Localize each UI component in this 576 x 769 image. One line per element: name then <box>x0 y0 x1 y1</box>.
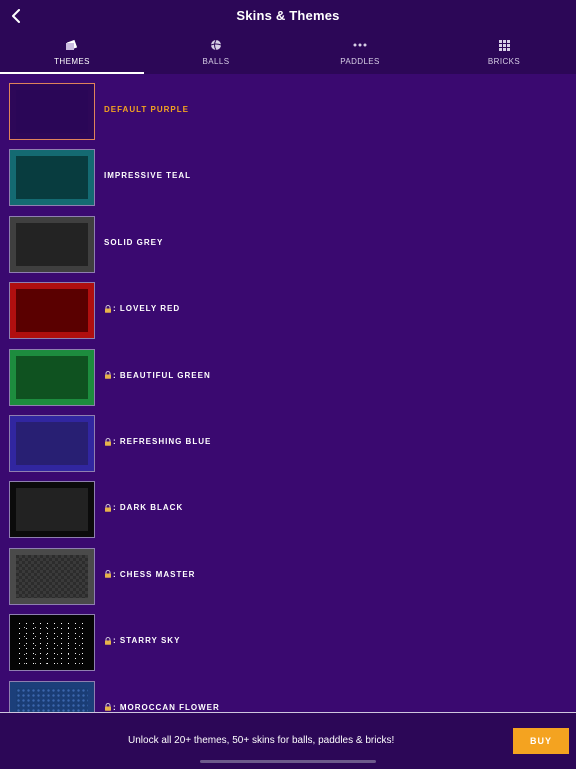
tab-themes-label: THEMES <box>54 57 90 66</box>
theme-item[interactable]: DEFAULT PURPLE <box>9 83 569 141</box>
theme-item[interactable]: : DARK BLACK <box>9 481 569 539</box>
theme-item[interactable]: : LOVELY RED <box>9 282 569 340</box>
tab-paddles[interactable]: PADDLES <box>288 34 432 74</box>
tab-balls-label: BALLS <box>202 57 230 66</box>
bricks-grid-icon <box>498 39 510 51</box>
theme-preview <box>9 83 95 140</box>
theme-preview <box>9 481 95 539</box>
tab-bricks-label: BRICKS <box>487 57 521 66</box>
theme-label: SOLID GREY <box>104 238 163 247</box>
theme-preview <box>9 680 95 712</box>
theme-item[interactable]: : STARRY SKY <box>9 614 569 672</box>
themes-icon <box>66 39 78 51</box>
theme-preview <box>9 149 95 207</box>
theme-label: : MOROCCAN FLOWER <box>104 703 220 712</box>
theme-item[interactable]: : BEAUTIFUL GREEN <box>9 348 569 407</box>
tab-bricks[interactable]: BRICKS <box>432 34 576 74</box>
lock-icon <box>104 437 112 446</box>
theme-label-text: : CHESS MASTER <box>113 569 196 579</box>
theme-label: : REFRESHING BLUE <box>104 437 211 446</box>
theme-item[interactable]: : CHESS MASTER <box>9 547 569 606</box>
theme-preview <box>9 215 95 273</box>
theme-item[interactable]: IMPRESSIVE TEAL <box>9 149 569 207</box>
theme-preview-inner <box>16 355 88 399</box>
theme-preview <box>9 282 95 340</box>
theme-label: : CHESS MASTER <box>104 570 195 579</box>
theme-label: : DARK BLACK <box>104 503 183 512</box>
theme-preview <box>9 614 95 672</box>
buy-button[interactable]: BUY <box>513 728 569 754</box>
theme-label-text: : STARRY SKY <box>113 636 181 646</box>
theme-preview <box>9 415 95 472</box>
ball-icon <box>210 39 222 51</box>
tab-balls[interactable]: BALLS <box>144 34 288 74</box>
lock-icon <box>104 570 112 578</box>
theme-item[interactable]: : REFRESHING BLUE <box>9 415 569 473</box>
theme-label: : LOVELY RED <box>104 304 180 313</box>
home-indicator[interactable] <box>200 760 376 763</box>
theme-label-text: : MOROCCAN FLOWER <box>113 702 220 712</box>
top-bar: Skins & Themes THEMES BALLS PADDLES BRIC… <box>0 0 576 74</box>
theme-label-text: : BEAUTIFUL GREEN <box>113 370 211 380</box>
theme-label: : BEAUTIFUL GREEN <box>104 371 211 380</box>
tab-paddles-label: PADDLES <box>340 57 380 66</box>
theme-label-text: : REFRESHING BLUE <box>113 437 212 446</box>
theme-preview-inner <box>16 422 88 465</box>
theme-label: : STARRY SKY <box>104 636 180 645</box>
theme-preview-inner <box>16 156 88 200</box>
theme-label-text: IMPRESSIVE TEAL <box>104 171 192 181</box>
theme-preview-inner <box>16 289 88 333</box>
theme-preview <box>9 348 95 406</box>
theme-preview-inner <box>16 90 88 133</box>
theme-preview-inner <box>16 687 88 712</box>
theme-list[interactable]: DEFAULT PURPLE IMPRESSIVE TEAL SOLID GREY:… <box>0 74 576 712</box>
lock-icon <box>104 371 112 379</box>
theme-label-text: : DARK BLACK <box>113 503 184 513</box>
lock-icon <box>104 703 112 711</box>
tab-themes[interactable]: THEMES <box>0 34 144 74</box>
theme-preview-inner <box>16 488 88 532</box>
theme-label: IMPRESSIVE TEAL <box>104 171 191 180</box>
theme-preview-inner <box>16 621 88 665</box>
unlock-promo-text: Unlock all 20+ themes, 50+ skins for bal… <box>128 735 395 746</box>
tab-bar: THEMES BALLS PADDLES BRICKS <box>0 34 576 74</box>
paddle-icon <box>353 43 367 47</box>
theme-label-text: : LOVELY RED <box>113 304 181 314</box>
theme-preview-inner <box>16 222 88 266</box>
theme-label-text: DEFAULT PURPLE <box>104 105 189 114</box>
theme-item[interactable]: : MOROCCAN FLOWER <box>9 680 569 712</box>
theme-label-text: SOLID GREY <box>104 237 164 247</box>
theme-preview <box>9 547 95 605</box>
theme-item[interactable]: SOLID GREY <box>9 215 569 274</box>
theme-label: DEFAULT PURPLE <box>104 105 189 114</box>
page-title: Skins & Themes <box>236 8 340 23</box>
theme-preview-inner <box>16 554 88 598</box>
lock-icon <box>104 503 112 512</box>
lock-icon <box>104 636 112 645</box>
lock-icon <box>104 304 112 313</box>
